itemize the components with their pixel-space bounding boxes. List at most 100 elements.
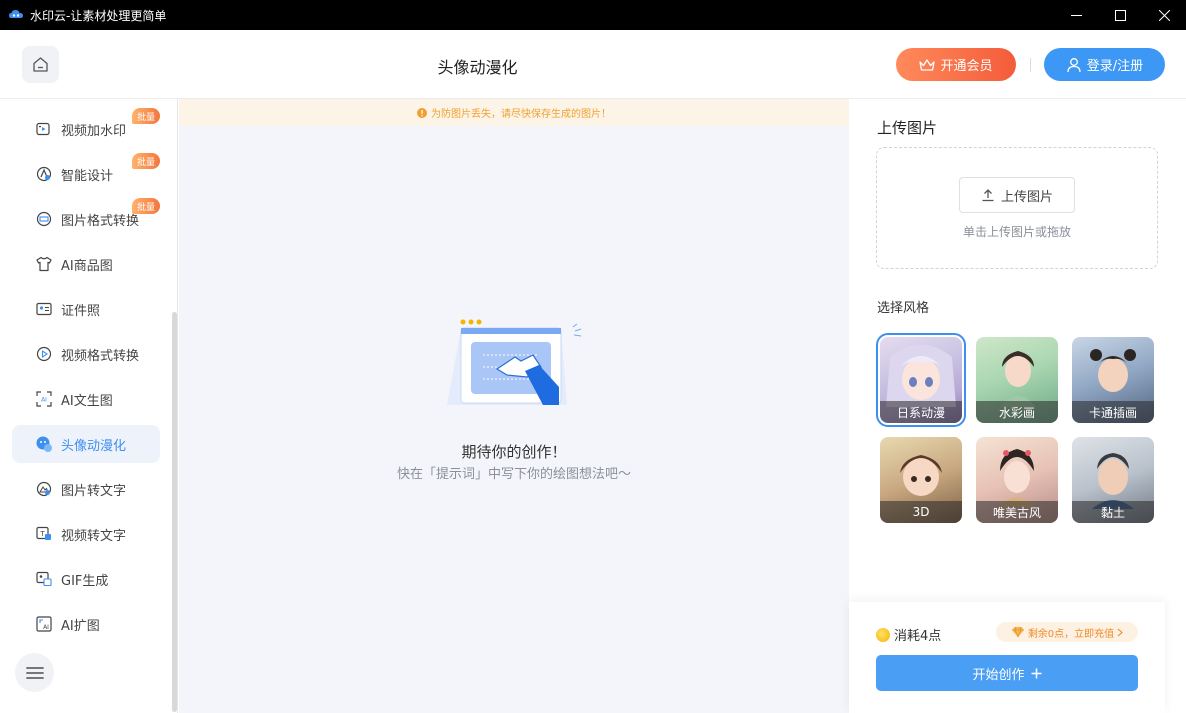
sidebar-item-label: 头像动漫化	[61, 438, 127, 454]
balance-text: 剩余0点，立即充值	[1027, 628, 1115, 640]
empty-state-subtitle: 快在「提示词」中写下你的绘图想法吧～	[396, 467, 631, 482]
sidebar-item-label: 证件照	[61, 303, 101, 319]
minimize-button[interactable]	[1054, 0, 1098, 30]
sidebar: 视频加水印 批量 智能设计 批量 图片格式转换 批量 AI商品图 证件照 视频格…	[0, 99, 178, 713]
preview-area: 为防图片丢失，请尽快保存生成的图片！ 期待你的创作！ 快在「提示词」中写下你的绘…	[179, 99, 849, 713]
empty-state-title: 期待你的创作！	[461, 443, 567, 461]
sidebar-item-smart-design[interactable]: 智能设计 批量	[12, 153, 160, 193]
id-photo-icon	[35, 300, 53, 318]
window-title: 水印云-让素材处理更简单	[30, 8, 167, 23]
style-card-clay[interactable]: 黏土	[1072, 437, 1154, 523]
close-button[interactable]	[1142, 0, 1186, 30]
batch-badge: 批量	[132, 198, 160, 214]
diamond-icon	[1011, 626, 1024, 638]
sidebar-item-image-format[interactable]: 图片格式转换 批量	[12, 198, 160, 238]
video-watermark-icon	[35, 120, 53, 138]
settings-panel: 上传图片 上传图片 单击上传图片或拖放 选择风格 日系动漫 水彩画 卡通插画 3…	[849, 99, 1186, 713]
sidebar-item-avatar-anime[interactable]: 头像动漫化	[12, 425, 160, 463]
style-section-title: 选择风格	[877, 301, 930, 316]
style-label: 3D	[880, 501, 962, 523]
style-label: 卡通插画	[1072, 401, 1154, 423]
minimize-icon	[1070, 14, 1082, 16]
sidebar-item-id-photo[interactable]: 证件照	[12, 290, 160, 328]
sidebar-item-label: 图片格式转换	[61, 213, 140, 229]
close-icon	[1158, 9, 1170, 21]
svg-text:AI: AI	[41, 397, 47, 404]
maximize-button[interactable]	[1098, 0, 1142, 30]
sidebar-item-text-to-image[interactable]: AI AI文生图	[12, 380, 160, 418]
start-create-label: 开始创作	[972, 667, 1025, 683]
tshirt-icon	[35, 255, 53, 273]
batch-badge: 批量	[132, 108, 160, 124]
sidebar-item-ai-expand[interactable]: AI AI扩图	[12, 605, 160, 643]
sidebar-item-label: AI商品图	[61, 258, 113, 274]
maximize-icon	[1114, 9, 1126, 21]
sidebar-item-label: AI文生图	[61, 393, 113, 409]
empty-state-illustration	[447, 319, 582, 405]
sidebar-item-image-to-text[interactable]: 图片转文字	[12, 470, 160, 508]
smart-design-icon	[35, 165, 53, 183]
cost-info: 消耗4点	[876, 625, 941, 644]
sidebar-item-label: 视频格式转换	[61, 348, 140, 364]
menu-icon	[25, 666, 44, 679]
sidebar-item-ai-product[interactable]: AI商品图	[12, 245, 160, 283]
style-card-japanese-anime[interactable]: 日系动漫	[876, 333, 966, 427]
vip-label: 开通会员	[940, 59, 993, 74]
upload-button[interactable]: 上传图片	[959, 177, 1075, 213]
style-card-3d[interactable]: 3D	[880, 437, 962, 523]
login-label: 登录/注册	[1086, 59, 1144, 74]
window-titlebar: 水印云-让素材处理更简单	[0, 0, 1186, 30]
sidebar-item-label: AI扩图	[61, 618, 100, 634]
image-to-text-icon	[35, 480, 53, 498]
video-to-text-icon: T	[35, 525, 53, 543]
text-to-image-icon: AI	[35, 390, 53, 408]
sidebar-item-video-to-text[interactable]: T 视频转文字	[12, 515, 160, 553]
upload-hint: 单击上传图片或拖放	[962, 225, 1071, 239]
sidebar-item-video-watermark[interactable]: 视频加水印 批量	[12, 108, 160, 148]
sidebar-scrollbar[interactable]	[172, 312, 177, 712]
chevron-right-icon	[1117, 628, 1124, 636]
plus-icon	[1031, 668, 1041, 678]
cost-text: 消耗4点	[894, 629, 942, 644]
recharge-link[interactable]: 剩余0点，立即充值	[996, 622, 1138, 642]
sidebar-item-label: GIF生成	[61, 573, 109, 589]
svg-text:T: T	[39, 530, 45, 538]
style-card-watercolor[interactable]: 水彩画	[976, 337, 1058, 423]
batch-badge: 批量	[132, 153, 160, 169]
sidebar-item-label: 视频加水印	[61, 123, 127, 139]
gif-icon	[35, 570, 53, 588]
info-icon	[417, 107, 427, 118]
video-format-icon	[35, 345, 53, 363]
style-label: 水彩画	[976, 401, 1058, 423]
style-card-ancient[interactable]: 唯美古风	[976, 437, 1058, 523]
style-label: 日系动漫	[880, 401, 962, 423]
crown-icon	[919, 58, 936, 71]
vip-button[interactable]: 开通会员	[896, 48, 1016, 81]
style-label: 唯美古风	[976, 501, 1058, 523]
header-divider	[1030, 58, 1031, 72]
upload-dropzone[interactable]: 上传图片 单击上传图片或拖放	[876, 147, 1158, 269]
image-format-icon	[35, 210, 53, 228]
avatar-anime-icon	[35, 435, 53, 453]
start-create-button[interactable]: 开始创作	[876, 655, 1138, 691]
svg-text:AI: AI	[43, 624, 49, 631]
menu-button[interactable]	[15, 653, 54, 692]
upload-section-title: 上传图片	[877, 119, 938, 137]
sidebar-item-label: 智能设计	[61, 168, 114, 184]
login-button[interactable]: 登录/注册	[1044, 48, 1165, 81]
upload-button-label: 上传图片	[1000, 189, 1053, 205]
ai-expand-icon: AI	[35, 615, 53, 633]
action-panel: 消耗4点 剩余0点，立即充值 开始创作	[849, 602, 1165, 713]
style-card-cartoon[interactable]: 卡通插画	[1072, 337, 1154, 423]
style-label: 黏土	[1072, 501, 1154, 523]
app-logo-icon	[9, 10, 23, 18]
page-title: 头像动漫化	[437, 58, 518, 77]
save-notice-bar: 为防图片丢失，请尽快保存生成的图片！	[179, 99, 849, 126]
sidebar-item-video-format[interactable]: 视频格式转换	[12, 335, 160, 373]
sidebar-item-label: 图片转文字	[61, 483, 127, 499]
upload-icon	[982, 189, 994, 202]
app-header: 头像动漫化 开通会员 登录/注册	[0, 30, 1186, 99]
sidebar-item-label: 视频转文字	[61, 528, 127, 544]
user-icon	[1067, 57, 1081, 72]
sidebar-item-gif[interactable]: GIF生成	[12, 560, 160, 598]
